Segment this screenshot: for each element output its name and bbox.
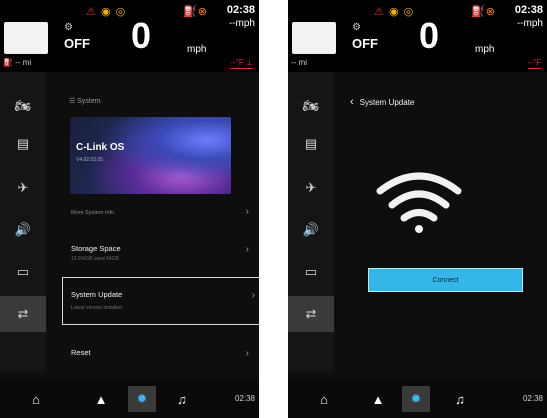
- bottom-bar: ⌂ ▲ ✹ ♫ 02:38: [0, 380, 259, 418]
- music-icon[interactable]: ♫: [446, 386, 474, 412]
- speed-readout: --mph: [516, 18, 543, 29]
- music-icon[interactable]: ♫: [168, 386, 196, 412]
- settings-gear-icon[interactable]: ✹: [128, 386, 156, 412]
- os-banner: C-Link OS V4.02.02.05: [70, 117, 231, 194]
- speed-unit: mph: [187, 44, 207, 55]
- mode-label: OFF: [352, 36, 378, 51]
- motorcycle-icon[interactable]: 🏍: [0, 88, 46, 124]
- bottom-bar: ⌂ ▲ ✹ ♫ 02:38: [288, 380, 547, 418]
- home-icon[interactable]: ⌂: [22, 386, 50, 412]
- connect-button[interactable]: Connect: [368, 268, 523, 292]
- screen-system-update: ⚠ ◉ ◎ ⛽⊗ 02:38 --mph ⚙ OFF 0 mph -- mi -…: [288, 0, 547, 418]
- status-clock: 02:38: [514, 4, 543, 16]
- chevron-right-icon: ›: [245, 348, 249, 359]
- os-banner-title: C-Link OS: [76, 142, 125, 153]
- motorcycle-icon[interactable]: 🏍: [288, 88, 334, 124]
- chevron-left-icon: ‹: [350, 96, 354, 108]
- satellite-icon[interactable]: ✈: [0, 170, 46, 206]
- mode-label: OFF: [64, 36, 90, 51]
- reset-label: Reset: [71, 348, 91, 357]
- key-indicator: [292, 22, 336, 54]
- storage-space-row[interactable]: Storage Space 12.6%GB used 64GB ›: [69, 238, 249, 268]
- more-system-info-row[interactable]: More System Info ›: [69, 200, 249, 230]
- dashboard-icon[interactable]: ▤: [0, 126, 46, 162]
- status-clock: 02:38: [226, 4, 255, 16]
- os-version: V4.02.02.05: [76, 157, 103, 163]
- system-panel: ☰ System C-Link OS V4.02.02.05 More Syst…: [46, 72, 259, 372]
- speed-unit: mph: [475, 44, 495, 55]
- chevron-right-icon: ›: [251, 290, 255, 301]
- breadcrumb: ☰ System: [69, 98, 101, 105]
- home-icon[interactable]: ⌂: [310, 386, 338, 412]
- speed-value: 0: [419, 15, 440, 56]
- bottom-clock: 02:38: [522, 394, 543, 403]
- system-update-label: System Update: [71, 290, 123, 299]
- speed-readout: --mph: [228, 18, 255, 29]
- warning-icons: ⚠ ◉ ◎: [86, 6, 127, 18]
- temperature-readout: --°F ⊥: [230, 58, 253, 69]
- more-system-info-label: More System Info: [71, 210, 115, 216]
- warning-icons: ⚠ ◉ ◎: [374, 6, 415, 18]
- status-bar: ⚠ ◉ ◎ ⛽⊗ 02:38 --mph ⚙ OFF 0 mph ⛽ -- mi…: [0, 0, 259, 72]
- system-update-row[interactable]: System Update Latest version installed ›: [62, 277, 259, 325]
- key-indicator: [4, 22, 48, 54]
- chevron-right-icon: ›: [245, 244, 249, 255]
- wifi-icon: [376, 172, 462, 233]
- satellite-icon[interactable]: ✈: [288, 170, 334, 206]
- gear-indicator-icon: ⚙: [352, 22, 361, 33]
- speaker-icon[interactable]: 🔊: [0, 212, 46, 248]
- display-icon[interactable]: ▭: [0, 254, 46, 290]
- storage-space-label: Storage Space: [71, 244, 121, 253]
- speed-value: 0: [131, 15, 152, 56]
- temperature-readout: --°F: [527, 58, 541, 69]
- range-readout: -- mi: [291, 58, 307, 67]
- range-readout: ⛽ -- mi: [3, 58, 32, 67]
- system-update-panel: ‹ System Update Connect: [334, 72, 547, 372]
- back-button[interactable]: ‹ System Update: [350, 96, 414, 108]
- temperature-value: --°F: [527, 58, 541, 67]
- screen-system-menu: ⚠ ◉ ◎ ⛽⊗ 02:38 --mph ⚙ OFF 0 mph ⛽ -- mi…: [0, 0, 259, 418]
- settings-sliders-icon[interactable]: ⇄: [288, 296, 334, 332]
- gear-indicator-icon: ⚙: [64, 22, 73, 33]
- status-bar: ⚠ ◉ ◎ ⛽⊗ 02:38 --mph ⚙ OFF 0 mph -- mi -…: [288, 0, 547, 72]
- page-title: System Update: [359, 98, 415, 107]
- settings-sliders-icon[interactable]: ⇄: [0, 296, 46, 332]
- navigation-icon[interactable]: ▲: [364, 386, 392, 412]
- system-update-detail: Latest version installed: [71, 305, 122, 311]
- storage-space-detail: 12.6%GB used 64GB: [71, 256, 119, 262]
- engine-warning-icon: ⛽⊗: [471, 6, 496, 18]
- range-value: -- mi: [291, 58, 307, 67]
- settings-gear-icon[interactable]: ✹: [402, 386, 430, 412]
- left-rail: 🏍 ▤ ✈ 🔊 ▭ ⇄: [288, 72, 334, 372]
- engine-warning-icon: ⛽⊗: [183, 6, 208, 18]
- navigation-icon[interactable]: ▲: [87, 386, 115, 412]
- reset-row[interactable]: Reset ›: [69, 342, 249, 372]
- speaker-icon[interactable]: 🔊: [288, 212, 334, 248]
- left-rail: 🏍 ▤ ✈ 🔊 ▭ ⇄: [0, 72, 46, 372]
- dashboard-icon[interactable]: ▤: [288, 126, 334, 162]
- range-value: -- mi: [15, 58, 32, 67]
- breadcrumb-label: System: [77, 98, 101, 105]
- bottom-clock: 02:38: [234, 394, 255, 403]
- chevron-right-icon: ›: [245, 206, 249, 217]
- display-icon[interactable]: ▭: [288, 254, 334, 290]
- temperature-value: --°F: [230, 58, 244, 67]
